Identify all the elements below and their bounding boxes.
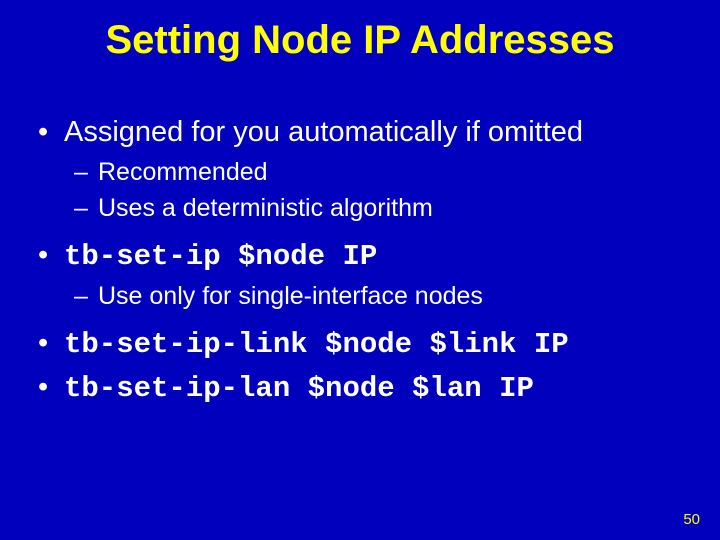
bullet-item: tb-set-ip-link $node $link IP [34, 324, 690, 364]
sub-text: Uses a deterministic algorithm [98, 194, 433, 222]
sub-item: Uses a deterministic algorithm [74, 192, 690, 226]
bullet-text: Assigned for you automatically if omitte… [64, 116, 583, 148]
sub-text: Recommended [98, 158, 268, 186]
bullet-item: tb-set-ip-lan $node $lan IP [34, 368, 690, 408]
sub-list: Use only for single-interface nodes [64, 280, 690, 314]
slide: Setting Node IP Addresses Assigned for y… [0, 0, 720, 540]
sub-text: Use only for single-interface nodes [98, 282, 483, 310]
sub-list: Recommended Uses a deterministic algorit… [64, 156, 690, 226]
slide-title: Setting Node IP Addresses [0, 18, 720, 63]
bullet-code: tb-set-ip-link $node $link IP [64, 328, 569, 361]
sub-item: Use only for single-interface nodes [74, 280, 690, 314]
bullet-code: tb-set-ip $node IP [64, 240, 377, 273]
sub-item: Recommended [74, 156, 690, 190]
bullet-code: tb-set-ip-lan $node $lan IP [64, 372, 534, 405]
bullet-list: Assigned for you automatically if omitte… [0, 113, 720, 408]
bullet-item: Assigned for you automatically if omitte… [34, 113, 690, 226]
bullet-item: tb-set-ip $node IP Use only for single-i… [34, 236, 690, 314]
page-number: 50 [683, 511, 700, 528]
